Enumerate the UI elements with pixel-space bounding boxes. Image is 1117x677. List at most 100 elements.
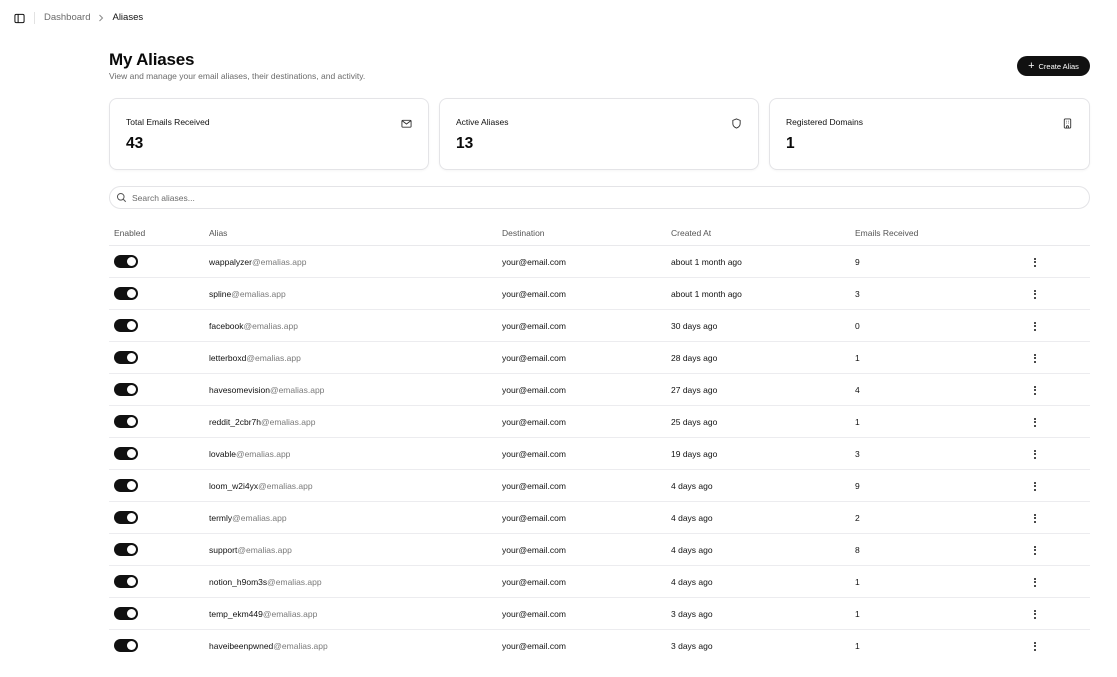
enabled-toggle[interactable]	[114, 639, 138, 652]
emails-received-cell: 3	[855, 289, 860, 299]
table-row: spline@emalias.app your@email.com about …	[109, 278, 1090, 310]
building-icon	[1062, 116, 1073, 129]
alias-username: havesomevision	[209, 385, 270, 395]
stat-card-active-aliases: Active Aliases 13	[439, 98, 759, 170]
more-actions-icon[interactable]	[1030, 607, 1040, 621]
emails-received-cell: 9	[855, 481, 860, 491]
table-body: wappalyzer@emalias.app your@email.com ab…	[109, 246, 1090, 662]
created-at-cell: 25 days ago	[671, 417, 718, 427]
created-at-cell: about 1 month ago	[671, 289, 742, 299]
emails-received-cell: 1	[855, 609, 860, 619]
created-at-cell: 4 days ago	[671, 545, 713, 555]
alias-cell: letterboxd@emalias.app	[209, 353, 301, 364]
column-header-alias[interactable]: Alias	[209, 228, 227, 238]
more-actions-icon[interactable]	[1030, 639, 1040, 653]
toggle-knob	[127, 353, 136, 362]
more-actions-icon[interactable]	[1030, 511, 1040, 525]
table-row: termly@emalias.app your@email.com 4 days…	[109, 502, 1090, 534]
breadcrumb-current: Aliases	[112, 12, 144, 23]
emails-received-cell: 2	[855, 513, 860, 523]
sidebar-toggle-icon[interactable]	[12, 11, 26, 25]
alias-username: loom_w2i4yx	[209, 481, 259, 491]
column-header-created-at[interactable]: Created At	[671, 228, 711, 238]
alias-username: notion_h9om3s	[209, 577, 268, 587]
stat-value: 13	[456, 135, 474, 152]
alias-username: letterboxd	[209, 353, 247, 363]
table-row: facebook@emalias.app your@email.com 30 d…	[109, 310, 1090, 342]
column-header-destination[interactable]: Destination	[502, 228, 545, 238]
alias-username: lovable	[209, 449, 236, 459]
toggle-knob	[127, 321, 136, 330]
more-actions-icon[interactable]	[1030, 575, 1040, 589]
alias-domain: @emalias.app	[269, 385, 325, 395]
enabled-toggle[interactable]	[114, 255, 138, 268]
enabled-toggle[interactable]	[114, 383, 138, 396]
more-actions-icon[interactable]	[1030, 383, 1040, 397]
emails-received-cell: 0	[855, 321, 860, 331]
alias-cell: loom_w2i4yx@emalias.app	[209, 481, 313, 492]
top-bar: Dashboard Aliases	[0, 0, 1117, 36]
more-actions-icon[interactable]	[1030, 287, 1040, 301]
enabled-toggle[interactable]	[114, 287, 138, 300]
chevron-right-icon	[98, 14, 104, 22]
toggle-knob	[127, 257, 136, 266]
enabled-toggle[interactable]	[114, 479, 138, 492]
alias-cell: wappalyzer@emalias.app	[209, 257, 306, 268]
breadcrumb-dashboard-link[interactable]: Dashboard	[44, 11, 90, 25]
alias-domain: @emalias.app	[258, 481, 313, 491]
alias-username: haveibeenpwned	[209, 641, 274, 651]
alias-username: support	[209, 545, 238, 555]
enabled-toggle[interactable]	[114, 607, 138, 620]
destination-cell: your@email.com	[502, 417, 566, 427]
toggle-knob	[127, 609, 136, 618]
enabled-toggle[interactable]	[114, 319, 138, 332]
toggle-knob	[127, 417, 136, 426]
enabled-toggle[interactable]	[114, 351, 138, 364]
destination-cell: your@email.com	[502, 577, 566, 587]
more-actions-icon[interactable]	[1030, 415, 1040, 429]
more-actions-icon[interactable]	[1030, 255, 1040, 269]
stat-card-registered-domains: Registered Domains 1	[769, 98, 1090, 170]
column-header-emails-received[interactable]: Emails Received	[855, 228, 918, 238]
alias-cell: facebook@emalias.app	[209, 321, 298, 332]
create-alias-button[interactable]: + Create Alias	[1017, 56, 1090, 76]
toggle-knob	[127, 481, 136, 490]
emails-received-cell: 3	[855, 449, 860, 459]
alias-username: facebook	[209, 321, 244, 331]
table-row: notion_h9om3s@emalias.app your@email.com…	[109, 566, 1090, 598]
search-input[interactable]	[132, 192, 1032, 203]
enabled-toggle[interactable]	[114, 543, 138, 556]
create-alias-label: Create Alias	[1038, 61, 1079, 71]
created-at-cell: 28 days ago	[671, 353, 718, 363]
destination-cell: your@email.com	[502, 257, 566, 267]
enabled-toggle[interactable]	[114, 575, 138, 588]
alias-cell: spline@emalias.app	[209, 289, 286, 300]
more-actions-icon[interactable]	[1030, 543, 1040, 557]
alias-domain: @emalias.app	[235, 449, 291, 459]
alias-domain: @emalias.app	[231, 289, 286, 299]
more-actions-icon[interactable]	[1030, 479, 1040, 493]
alias-domain: @emalias.app	[232, 513, 287, 523]
enabled-toggle[interactable]	[114, 447, 138, 460]
emails-received-cell: 9	[855, 257, 860, 267]
column-header-enabled[interactable]: Enabled	[114, 228, 145, 238]
stat-label: Total Emails Received	[126, 117, 210, 127]
enabled-toggle[interactable]	[114, 415, 138, 428]
enabled-toggle[interactable]	[114, 511, 138, 524]
alias-cell: lovable@emalias.app	[209, 449, 290, 460]
table-row: support@emalias.app your@email.com 4 day…	[109, 534, 1090, 566]
alias-username: spline	[209, 289, 232, 299]
more-actions-icon[interactable]	[1030, 447, 1040, 461]
toggle-knob	[127, 289, 136, 298]
more-actions-icon[interactable]	[1030, 351, 1040, 365]
alias-username: wappalyzer	[209, 257, 252, 267]
more-actions-icon[interactable]	[1030, 319, 1040, 333]
alias-cell: termly@emalias.app	[209, 513, 287, 524]
toggle-knob	[127, 449, 136, 458]
toggle-knob	[127, 641, 136, 650]
table-row: havesomevision@emalias.app your@email.co…	[109, 374, 1090, 406]
stat-label: Registered Domains	[786, 117, 864, 127]
search-icon	[116, 192, 127, 203]
destination-cell: your@email.com	[502, 641, 566, 651]
table-row: letterboxd@emalias.app your@email.com 28…	[109, 342, 1090, 374]
